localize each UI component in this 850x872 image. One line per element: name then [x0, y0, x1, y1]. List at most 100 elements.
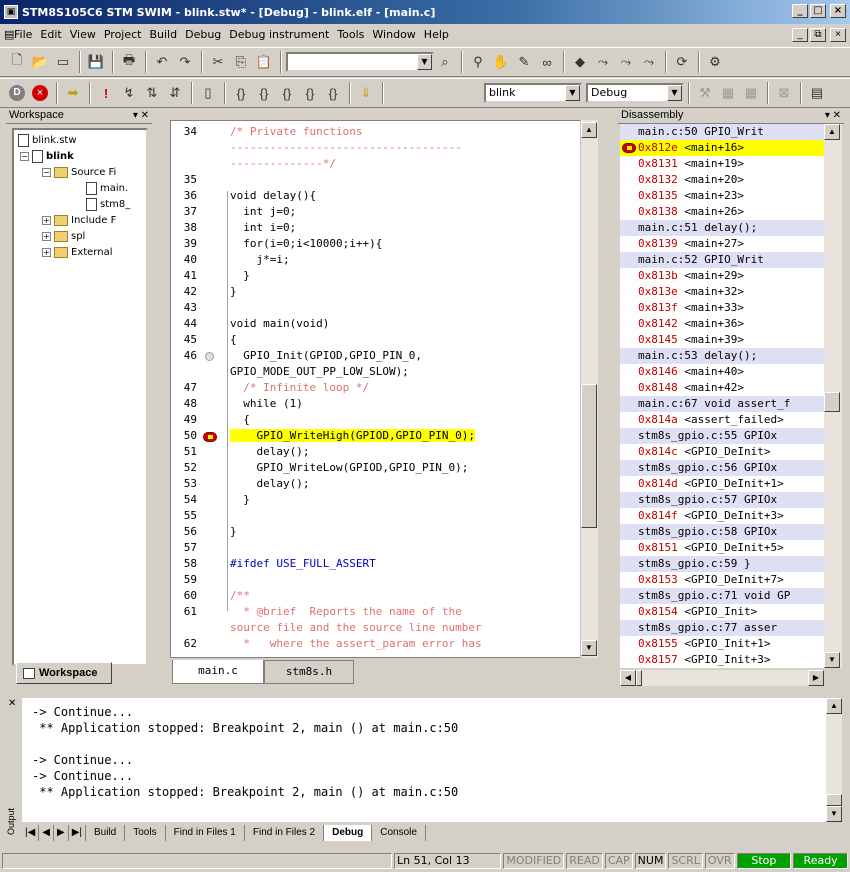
undo-icon[interactable]: ↶	[151, 51, 173, 73]
run-arrow-icon[interactable]: ➡	[62, 82, 84, 104]
maximize-button[interactable]: □	[810, 4, 826, 18]
minimize-button[interactable]: _	[792, 4, 808, 18]
rebuild-icon[interactable]: ▦	[740, 82, 762, 104]
disassembly-instruction-line[interactable]: 0x812e <main+16>	[620, 140, 824, 156]
tree-node-workspace[interactable]: blink.stw	[18, 132, 77, 148]
stop-build-icon[interactable]: ⊠	[773, 82, 795, 104]
disassembly-vertical-scrollbar[interactable]: ▲ ▼	[824, 124, 842, 668]
break-icon[interactable]: !	[95, 82, 117, 104]
disassembly-source-line[interactable]: main.c:50 GPIO_Writ	[620, 124, 824, 140]
show-next-statement-icon[interactable]: ⇓	[355, 82, 377, 104]
new-window-icon[interactable]: ▭	[52, 51, 74, 73]
expand-icon[interactable]: +	[42, 215, 51, 225]
new-file-icon[interactable]: 🗋	[6, 51, 28, 73]
close-icon[interactable]: ✕	[8, 698, 16, 709]
mdi-minimize-button[interactable]: _	[792, 28, 808, 42]
tab-find-in-files-2[interactable]: Find in Files 2	[244, 825, 325, 841]
scroll-up-icon[interactable]: ▲	[826, 698, 842, 714]
disassembly-instruction-line[interactable]: 0x8138 <main+26>	[620, 204, 824, 220]
tab-stm8s-h[interactable]: stm8s.h	[264, 660, 354, 684]
batch-build-icon[interactable]: ▤	[806, 82, 828, 104]
build-icon[interactable]: ⚒	[694, 82, 716, 104]
restart-icon[interactable]: ⇅	[141, 82, 163, 104]
expand-icon[interactable]: +	[42, 231, 51, 241]
disassembly-instruction-line[interactable]: 0x8155 <GPIO_Init+1>	[620, 636, 824, 652]
step-instr-icon[interactable]: {}	[299, 82, 321, 104]
code-editor[interactable]: 34 /* Private functions ------------------…	[170, 120, 598, 658]
find-in-files-icon[interactable]: ⌕	[434, 51, 456, 73]
disassembly-source-line[interactable]: main.c:52 GPIO_Writ	[620, 252, 824, 268]
chevron-down-icon[interactable]: ▼	[565, 85, 580, 101]
glasses-icon[interactable]: ∞	[536, 51, 558, 73]
paste-icon[interactable]: 📋	[253, 51, 275, 73]
redo-icon[interactable]: ↷	[174, 51, 196, 73]
mode-select[interactable]: Debug ▼	[586, 83, 684, 103]
chevron-down-icon[interactable]: ▼	[417, 54, 432, 70]
editor-vertical-scrollbar[interactable]: ▲ ▼	[580, 120, 598, 658]
scroll-up-icon[interactable]: ▲	[581, 122, 597, 138]
disassembly-instruction-line[interactable]: 0x813f <main+33>	[620, 300, 824, 316]
stop-debug-icon[interactable]: ×	[29, 82, 51, 104]
disassembly-instruction-line[interactable]: 0x814f <GPIO_DeInit+3>	[620, 508, 824, 524]
disassembly-instruction-line[interactable]: 0x8146 <main+40>	[620, 364, 824, 380]
disassembly-instruction-line[interactable]: 0x8131 <main+19>	[620, 156, 824, 172]
mdi-close-button[interactable]: ×	[830, 28, 846, 42]
scroll-down-icon[interactable]: ▼	[581, 640, 597, 656]
scroll-left-icon[interactable]: ◀	[620, 670, 636, 686]
settings-icon[interactable]: ⚙	[704, 51, 726, 73]
menu-tools[interactable]: Tools	[333, 26, 368, 44]
disassembly-instruction-line[interactable]: 0x8151 <GPIO_DeInit+5>	[620, 540, 824, 556]
next-tab-icon[interactable]: ▶	[54, 825, 69, 841]
tree-node-include-files[interactable]: + Include F	[42, 212, 116, 228]
bookmark-icon[interactable]: ◆	[569, 51, 591, 73]
mdi-restore-button[interactable]: ⧉	[810, 28, 826, 42]
menu-view[interactable]: View	[66, 26, 100, 44]
output-vertical-scrollbar[interactable]: ▲ ▼	[826, 698, 842, 822]
disassembly-source-line[interactable]: stm8s_gpio.c:71 void GP	[620, 588, 824, 604]
output-text[interactable]: -> Continue... ** Application stopped: B…	[22, 698, 830, 822]
cut-icon[interactable]: ✂	[207, 51, 229, 73]
compile-icon[interactable]: ▦	[717, 82, 739, 104]
disassembly-instruction-line[interactable]: 0x8157 <GPIO_Init+3>	[620, 652, 824, 668]
close-button[interactable]: ×	[830, 4, 846, 18]
next-bookmark-icon[interactable]: ⤳	[592, 51, 614, 73]
find-combo[interactable]: ▼	[286, 52, 434, 72]
scroll-thumb[interactable]	[581, 384, 597, 528]
open-folder-icon[interactable]: 📂	[29, 51, 51, 73]
scroll-thumb[interactable]	[824, 392, 840, 412]
menu-debug[interactable]: Debug	[181, 26, 225, 44]
step-out-icon[interactable]: {}	[276, 82, 298, 104]
disassembly-instruction-line[interactable]: 0x814d <GPIO_DeInit+1>	[620, 476, 824, 492]
disassembly-source-line[interactable]: main.c:67 void assert_f	[620, 396, 824, 412]
tab-find-in-files-1[interactable]: Find in Files 1	[165, 825, 245, 841]
scroll-down-icon[interactable]: ▼	[826, 806, 842, 822]
step-into-icon[interactable]: {}	[230, 82, 252, 104]
disassembly-instruction-line[interactable]: 0x814a <assert_failed>	[620, 412, 824, 428]
disassembly-instruction-line[interactable]: 0x8139 <main+27>	[620, 236, 824, 252]
menu-window[interactable]: Window	[368, 26, 419, 44]
tree-node-main-c[interactable]: main.	[86, 180, 128, 196]
disassembly-source-line[interactable]: main.c:53 delay();	[620, 348, 824, 364]
prev-tab-icon[interactable]: ◀	[39, 825, 54, 841]
first-tab-icon[interactable]: |◀	[22, 825, 40, 841]
tab-tools[interactable]: Tools	[125, 825, 166, 841]
disassembly-instruction-line[interactable]: 0x8132 <main+20>	[620, 172, 824, 188]
disassembly-source-line[interactable]: stm8s_gpio.c:57 GPIOx	[620, 492, 824, 508]
disassembly-list[interactable]: main.c:50 GPIO_Writ 0x812e <main+16> 0x813…	[620, 124, 824, 668]
tab-console[interactable]: Console	[372, 825, 426, 841]
breakpoint-current-line-icon[interactable]	[203, 432, 217, 442]
disassembly-source-line[interactable]: stm8s_gpio.c:55 GPIOx	[620, 428, 824, 444]
tree-node-project[interactable]: − blink	[20, 148, 74, 164]
menu-edit[interactable]: Edit	[36, 26, 65, 44]
workspace-tab[interactable]: Workspace	[16, 662, 112, 684]
disassembly-source-line[interactable]: stm8s_gpio.c:59 }	[620, 556, 824, 572]
disassembly-instruction-line[interactable]: 0x8153 <GPIO_DeInit+7>	[620, 572, 824, 588]
close-icon[interactable]: ▾ ✕	[133, 108, 149, 123]
menu-build[interactable]: Build	[145, 26, 181, 44]
disassembly-instruction-line[interactable]: 0x8142 <main+36>	[620, 316, 824, 332]
disassembly-instruction-line[interactable]: 0x813b <main+29>	[620, 268, 824, 284]
collapse-icon[interactable]: −	[20, 151, 29, 161]
step-over-icon[interactable]: {}	[253, 82, 275, 104]
scroll-thumb[interactable]	[826, 794, 842, 806]
debug-start-icon[interactable]: D	[6, 82, 28, 104]
